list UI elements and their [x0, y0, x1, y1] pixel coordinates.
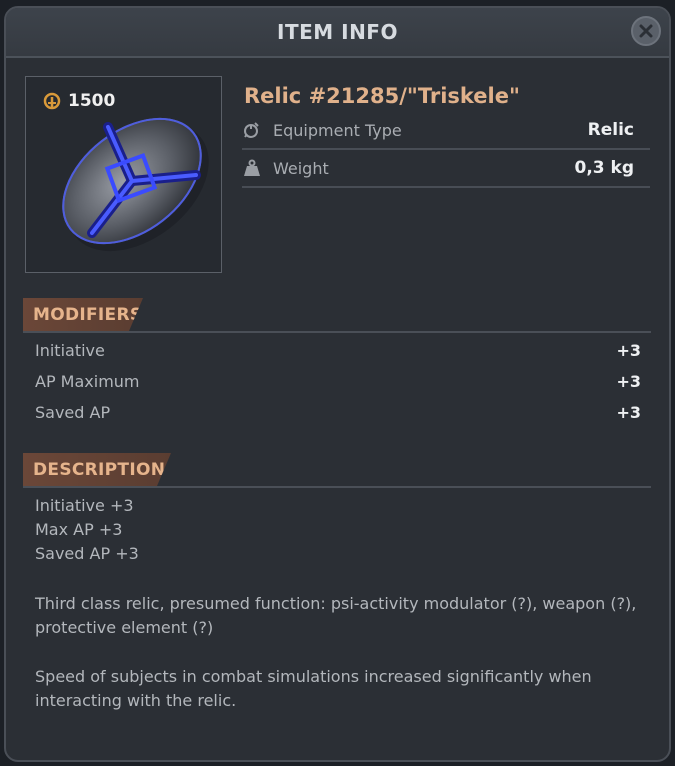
modifier-row: AP Maximum +3 — [35, 372, 641, 396]
modifier-label: Initiative — [35, 341, 105, 360]
description-line: protective element (?) — [35, 618, 214, 637]
close-icon — [639, 24, 653, 38]
stat-value: 0,3 kg — [574, 158, 634, 178]
modifier-value: +3 — [616, 341, 641, 360]
modifier-value: +3 — [616, 403, 641, 422]
stat-value: Relic — [587, 120, 634, 140]
description-line: Max AP +3 — [35, 520, 123, 539]
stat-row-weight: Weight 0,3 kg — [242, 152, 650, 188]
stat-row-equipment-type: Equipment Type Relic — [242, 114, 650, 150]
relic-image — [62, 117, 209, 252]
panel-header: ITEM INFO — [6, 8, 669, 58]
panel-title: ITEM INFO — [277, 20, 398, 44]
description-line: interacting with the relic. — [35, 691, 237, 710]
modifier-label: Saved AP — [35, 403, 111, 422]
item-price-value: 1500 — [68, 91, 116, 111]
close-button[interactable] — [631, 16, 661, 46]
description-line: Third class relic, presumed function: ps… — [35, 594, 637, 613]
item-price: 1500 — [42, 91, 115, 111]
modifier-value: +3 — [616, 372, 641, 391]
item-name: Relic #21285/"Triskele" — [244, 84, 520, 108]
item-image-frame: 1500 — [25, 76, 222, 273]
modifier-row: Initiative +3 — [35, 341, 641, 365]
equipment-type-icon — [244, 122, 259, 138]
modifier-label: AP Maximum — [35, 372, 140, 391]
currency-icon — [43, 92, 61, 110]
weight-icon — [244, 159, 260, 176]
description-line: Initiative +3 — [35, 496, 134, 515]
item-info-panel: ITEM INFO 1500 Relic #21285/"Triskele" E… — [4, 6, 671, 762]
description-tab: DESCRIPTION — [23, 453, 171, 486]
stat-label: Weight — [273, 159, 329, 178]
description-section-header: DESCRIPTION — [23, 453, 651, 488]
modifier-row: Saved AP +3 — [35, 403, 641, 427]
modifiers-tab: MODIFIERS — [23, 298, 143, 331]
description-line: Saved AP +3 — [35, 544, 139, 563]
stat-label: Equipment Type — [273, 121, 402, 140]
modifiers-title: MODIFIERS — [33, 305, 143, 325]
modifiers-section-header: MODIFIERS — [23, 298, 651, 333]
description-title: DESCRIPTION — [33, 460, 166, 480]
description-line: Speed of subjects in combat simulations … — [35, 667, 592, 686]
